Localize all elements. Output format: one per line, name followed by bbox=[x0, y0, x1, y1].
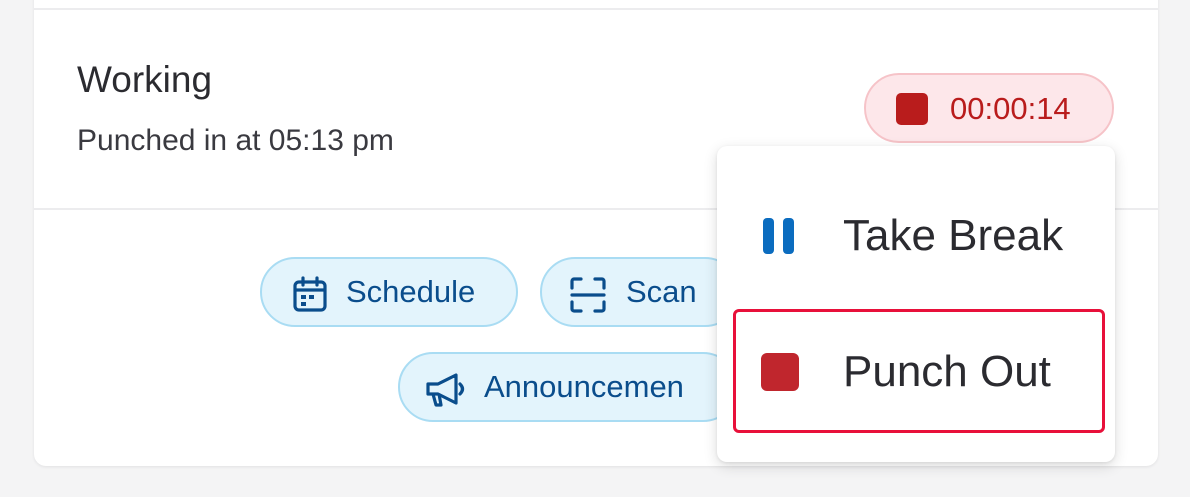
schedule-label: Schedule bbox=[346, 274, 476, 309]
punch-menu: Take Break Punch Out bbox=[717, 146, 1115, 462]
scan-icon bbox=[570, 277, 606, 313]
divider bbox=[34, 8, 1158, 10]
megaphone-icon bbox=[426, 373, 465, 407]
punch-out-menu-item[interactable]: Punch Out bbox=[717, 312, 1115, 432]
status-title: Working bbox=[77, 59, 213, 100]
punch-in-time: Punched in at 05:13 pm bbox=[77, 124, 394, 157]
take-break-label: Take Break bbox=[843, 211, 1064, 260]
timer-value: 00:00:14 bbox=[950, 91, 1071, 126]
announcements-label: Announcemen bbox=[484, 369, 684, 404]
punch-out-label: Punch Out bbox=[843, 347, 1051, 396]
announcements-button[interactable]: Announcemen bbox=[398, 352, 738, 422]
calendar-icon bbox=[293, 276, 327, 312]
stop-square-icon bbox=[761, 353, 799, 391]
schedule-button[interactable]: Schedule bbox=[260, 257, 518, 327]
take-break-menu-item[interactable]: Take Break bbox=[717, 176, 1115, 296]
scan-label: Scan bbox=[626, 274, 697, 309]
scan-button[interactable]: Scan bbox=[540, 257, 740, 327]
stop-square-icon bbox=[896, 93, 928, 125]
timer-button[interactable]: 00:00:14 bbox=[864, 73, 1114, 143]
pause-icon bbox=[763, 218, 794, 254]
